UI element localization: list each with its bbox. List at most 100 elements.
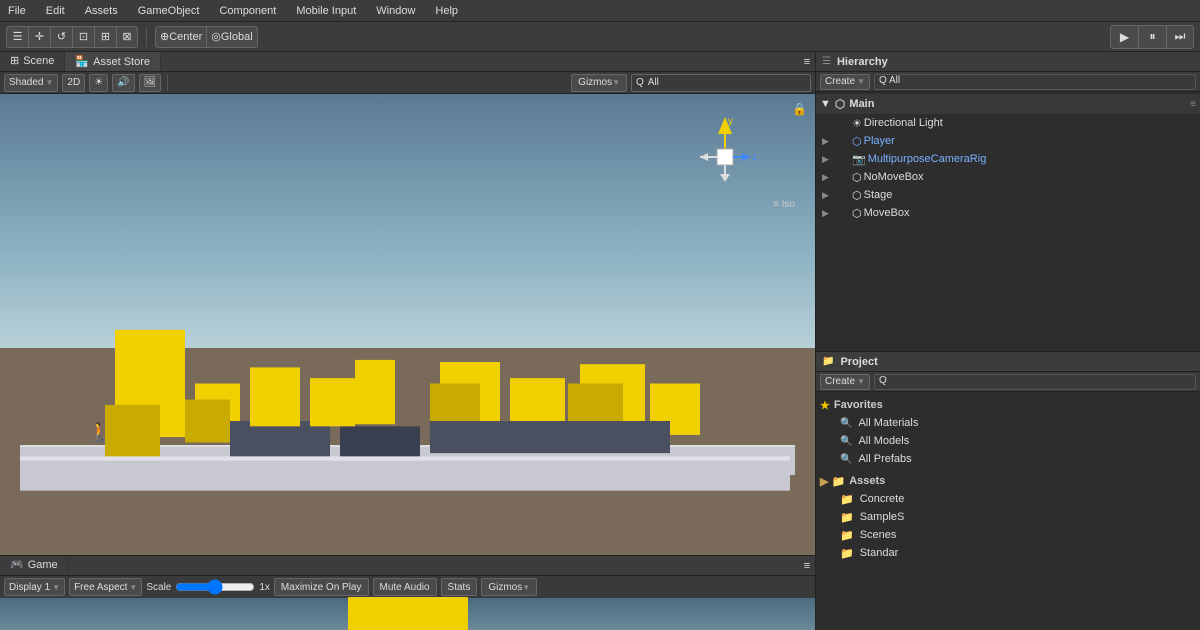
hierarchy-icon: ☰ [822, 56, 831, 67]
pivot-group: ⊕ Center ◎ Global [155, 26, 258, 48]
hierarchy-item-player[interactable]: ▶ ⬡ Player [816, 132, 1200, 150]
favorites-header[interactable]: ★ Favorites [820, 396, 1196, 414]
hierarchy-item-stage[interactable]: ▶ ⬡ Stage [816, 186, 1200, 204]
scale-label: Scale [146, 582, 171, 593]
game-yellow-box [348, 597, 468, 630]
scenes-label: Scenes [860, 529, 897, 541]
store-tab-icon: 🏪 [75, 55, 89, 68]
y-label: y [728, 116, 733, 127]
box-6-side [430, 383, 480, 426]
center-label: Center [169, 31, 202, 43]
shaded-dropdown[interactable]: Shaded ▼ [4, 74, 58, 92]
hand-tool[interactable]: ☰ [6, 26, 28, 48]
iso-label: ≡ Iso [773, 199, 795, 210]
play-button[interactable]: ▶ [1110, 25, 1138, 49]
rect-tool[interactable]: ⊞ [94, 26, 116, 48]
nmb-expand-arrow: ▶ [822, 172, 832, 183]
display-dropdown[interactable]: Display 1 ▼ [4, 578, 65, 596]
x-axis-arrow [700, 153, 708, 161]
gizmos-chevron-icon: ▼ [612, 78, 620, 87]
tab-scene[interactable]: ⊞ Scene [0, 52, 65, 71]
project-item-scenes[interactable]: 📁 Scenes [820, 526, 1196, 544]
hierarchy-item-main[interactable]: ▼ ⬡ Main ≡ [816, 94, 1200, 114]
search-label: All [648, 77, 659, 88]
asset-store-tab-label: Asset Store [93, 56, 150, 68]
hierarchy-toolbar: Create ▼ Q All [816, 72, 1200, 92]
stats-button[interactable]: Stats [441, 578, 478, 596]
iso-menu-icon: ≡ [773, 199, 779, 210]
allmodels-label: All Models [858, 435, 909, 447]
hierarchy-item-directionallight[interactable]: ☀ Directional Light [816, 114, 1200, 132]
game-tab-menu[interactable]: ≡ [799, 556, 815, 575]
game-tab-label: Game [28, 559, 58, 571]
project-item-samples[interactable]: 📁 SampleS [820, 508, 1196, 526]
game-gizmos-button[interactable]: Gizmos ▼ [481, 578, 537, 596]
menu-edit[interactable]: Edit [42, 3, 69, 19]
project-item-allprefabs[interactable]: 🔍 All Prefabs [820, 450, 1196, 468]
scene-view: 🚶 y z [0, 94, 815, 555]
2d-button[interactable]: 2D [62, 74, 85, 92]
assets-header[interactable]: ▶ 📁 Assets [820, 472, 1196, 490]
hier-search-prefix: Q [879, 75, 887, 86]
shaded-chevron-icon: ▼ [45, 78, 53, 87]
box-4 [310, 378, 355, 426]
cam-icon: 📷 [852, 153, 866, 166]
gizmo-widget: y z [690, 112, 760, 192]
menu-help[interactable]: Help [431, 3, 462, 19]
pause-button[interactable]: ⏸ [1138, 25, 1166, 49]
project-item-allmodels[interactable]: 🔍 All Models [820, 432, 1196, 450]
concrete-folder-icon: 📁 [840, 493, 854, 506]
game-toolbar: Display 1 ▼ Free Aspect ▼ Scale 1x Maxim… [0, 576, 815, 598]
image-button[interactable]: 🖼 [139, 74, 162, 92]
speaker-button[interactable]: 🔊 [112, 74, 134, 92]
global-label: Global [221, 31, 253, 43]
hierarchy-item-nomovebox[interactable]: ▶ ⬡ NoMoveBox [816, 168, 1200, 186]
menu-mobileinput[interactable]: Mobile Input [292, 3, 360, 19]
stage-expand-arrow: ▶ [822, 190, 832, 201]
move-tool[interactable]: ✛ [28, 26, 50, 48]
scale-value: 1x [259, 582, 270, 593]
menu-assets[interactable]: Assets [81, 3, 122, 19]
project-item-standard[interactable]: 📁 Standar [820, 544, 1196, 562]
box-5 [355, 360, 395, 424]
z-label: z [752, 152, 757, 163]
aspect-dropdown[interactable]: Free Aspect ▼ [69, 578, 142, 596]
project-item-concrete[interactable]: 📁 Concrete [820, 490, 1196, 508]
project-item-allmaterials[interactable]: 🔍 All Materials [820, 414, 1196, 432]
maximize-on-play-button[interactable]: Maximize On Play [274, 578, 369, 596]
menu-gameobject[interactable]: GameObject [134, 3, 204, 19]
main-layout: ⊞ Scene 🏪 Asset Store ≡ Shaded ▼ 2D ☀ 🔊 … [0, 52, 1200, 630]
transform-tool[interactable]: ⊠ [116, 26, 138, 48]
menu-file[interactable]: File [4, 3, 30, 19]
hierarchy-menu-button[interactable]: ≡ [1190, 99, 1196, 110]
global-button[interactable]: ◎ Global [206, 26, 257, 48]
hierarchy-item-cameraring[interactable]: ▶ 📷 MultipurposeCameraRig [816, 150, 1200, 168]
hierarchy-search-box[interactable]: Q All [874, 74, 1196, 90]
scene-tab-menu[interactable]: ≡ [799, 52, 815, 71]
hierarchy-item-movebox[interactable]: ▶ ⬡ MoveBox [816, 204, 1200, 222]
scene-tab-icon: ⊞ [10, 54, 19, 67]
scene-tab-bar: ⊞ Scene 🏪 Asset Store ≡ [0, 52, 815, 72]
step-button[interactable]: ⏭ [1166, 25, 1194, 49]
mute-audio-button[interactable]: Mute Audio [373, 578, 437, 596]
gizmos-button[interactable]: Gizmos ▼ [571, 74, 627, 92]
scale-tool[interactable]: ⊡ [72, 26, 94, 48]
rotate-tool[interactable]: ↺ [50, 26, 72, 48]
tab-game[interactable]: 🎮 Game [0, 556, 69, 575]
prefabs-search-icon: 🔍 [840, 454, 852, 465]
play-controls: ▶ ⏸ ⏭ [1110, 25, 1194, 49]
box-1-side [105, 405, 160, 459]
platform-svg [20, 459, 790, 491]
sun-button[interactable]: ☀ [89, 74, 108, 92]
dl-icon: ☀ [852, 117, 862, 130]
menu-window[interactable]: Window [372, 3, 419, 19]
project-create-button[interactable]: Create ▼ [820, 374, 870, 390]
hierarchy-create-button[interactable]: Create ▼ [820, 74, 870, 90]
mb-label: MoveBox [864, 207, 910, 219]
nmb-label: NoMoveBox [864, 171, 924, 183]
project-search-box[interactable]: Q [874, 374, 1196, 390]
tab-asset-store[interactable]: 🏪 Asset Store [65, 52, 161, 71]
menu-component[interactable]: Component [215, 3, 280, 19]
scale-slider[interactable] [175, 581, 255, 593]
center-button[interactable]: ⊕ Center [155, 26, 206, 48]
